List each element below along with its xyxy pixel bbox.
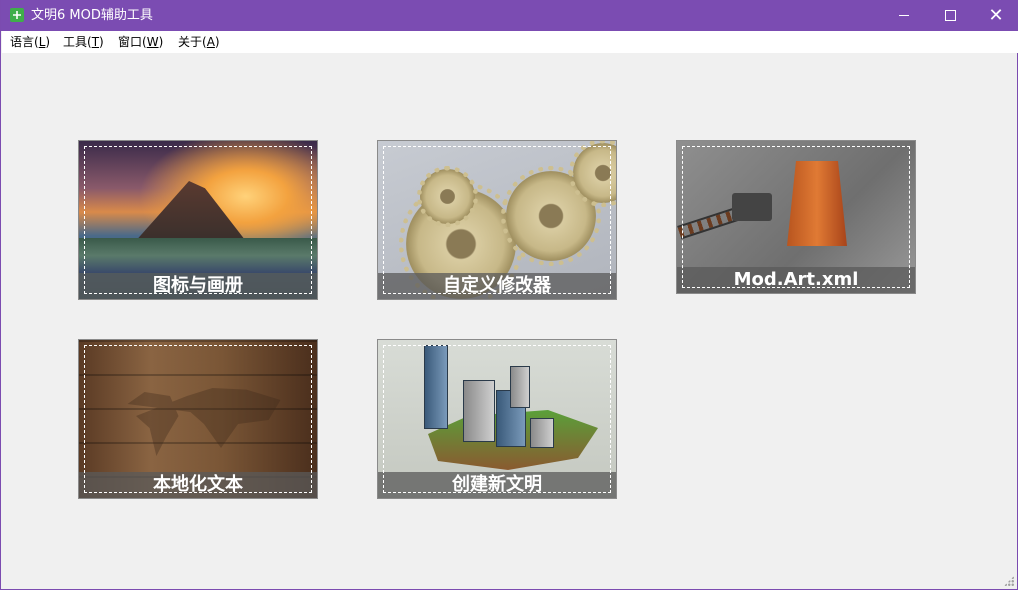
tile-custom-modifier[interactable]: 自定义修改器 (377, 140, 617, 300)
menu-about-label: 关于( (178, 35, 207, 49)
focus-border (383, 146, 611, 294)
minimize-icon (899, 15, 909, 16)
menu-window-tail: ) (158, 35, 164, 49)
focus-border (84, 146, 312, 294)
tile-caption: Mod.Art.xml (733, 269, 859, 290)
menu-window[interactable]: 窗口(W) (118, 34, 163, 50)
tile-mod-art-xml[interactable]: Mod.Art.xml (676, 140, 916, 294)
tile-create-civilization[interactable]: 创建新文明 (377, 339, 617, 499)
menu-about-key: A (206, 35, 215, 49)
focus-border (84, 345, 312, 493)
menu-language-tail: ) (45, 35, 51, 49)
tile-caption: 创建新文明 (452, 474, 542, 495)
maximize-icon (944, 10, 956, 21)
title-bar[interactable]: 文明6 MOD辅助工具 ✕ (1, 0, 1018, 31)
menu-tools-label: 工具( (63, 35, 92, 49)
menu-about[interactable]: 关于(A) (178, 34, 220, 50)
menu-tools[interactable]: 工具(T) (63, 34, 104, 50)
menu-tools-key: T (91, 35, 100, 49)
close-button[interactable]: ✕ (973, 0, 1018, 31)
window-title: 文明6 MOD辅助工具 (31, 8, 153, 23)
app-plus-icon (10, 8, 24, 22)
menu-about-tail: ) (214, 35, 220, 49)
resize-grip-icon[interactable] (1004, 576, 1014, 586)
tile-caption: 自定义修改器 (443, 275, 551, 296)
tile-localization-text[interactable]: 本地化文本 (78, 339, 318, 499)
menu-tools-tail: ) (99, 35, 104, 49)
maximize-button[interactable] (927, 0, 973, 31)
tile-caption: 本地化文本 (153, 474, 243, 495)
minimize-button[interactable] (881, 0, 927, 31)
menu-window-label: 窗口( (118, 35, 147, 49)
tile-icons-albums[interactable]: 图标与画册 (78, 140, 318, 300)
menu-language-label: 语言( (10, 35, 39, 49)
app-window: 文明6 MOD辅助工具 ✕ 语言(L) 工具(T) 窗口(W) 关于(A) 图标… (0, 0, 1018, 590)
menu-bar: 语言(L) 工具(T) 窗口(W) 关于(A) (2, 31, 1018, 53)
menu-language[interactable]: 语言(L) (10, 34, 50, 50)
menu-window-key: W (146, 35, 159, 49)
focus-border (682, 146, 910, 288)
close-icon: ✕ (988, 4, 1004, 26)
focus-border (383, 345, 611, 493)
tile-caption: 图标与画册 (153, 275, 243, 296)
